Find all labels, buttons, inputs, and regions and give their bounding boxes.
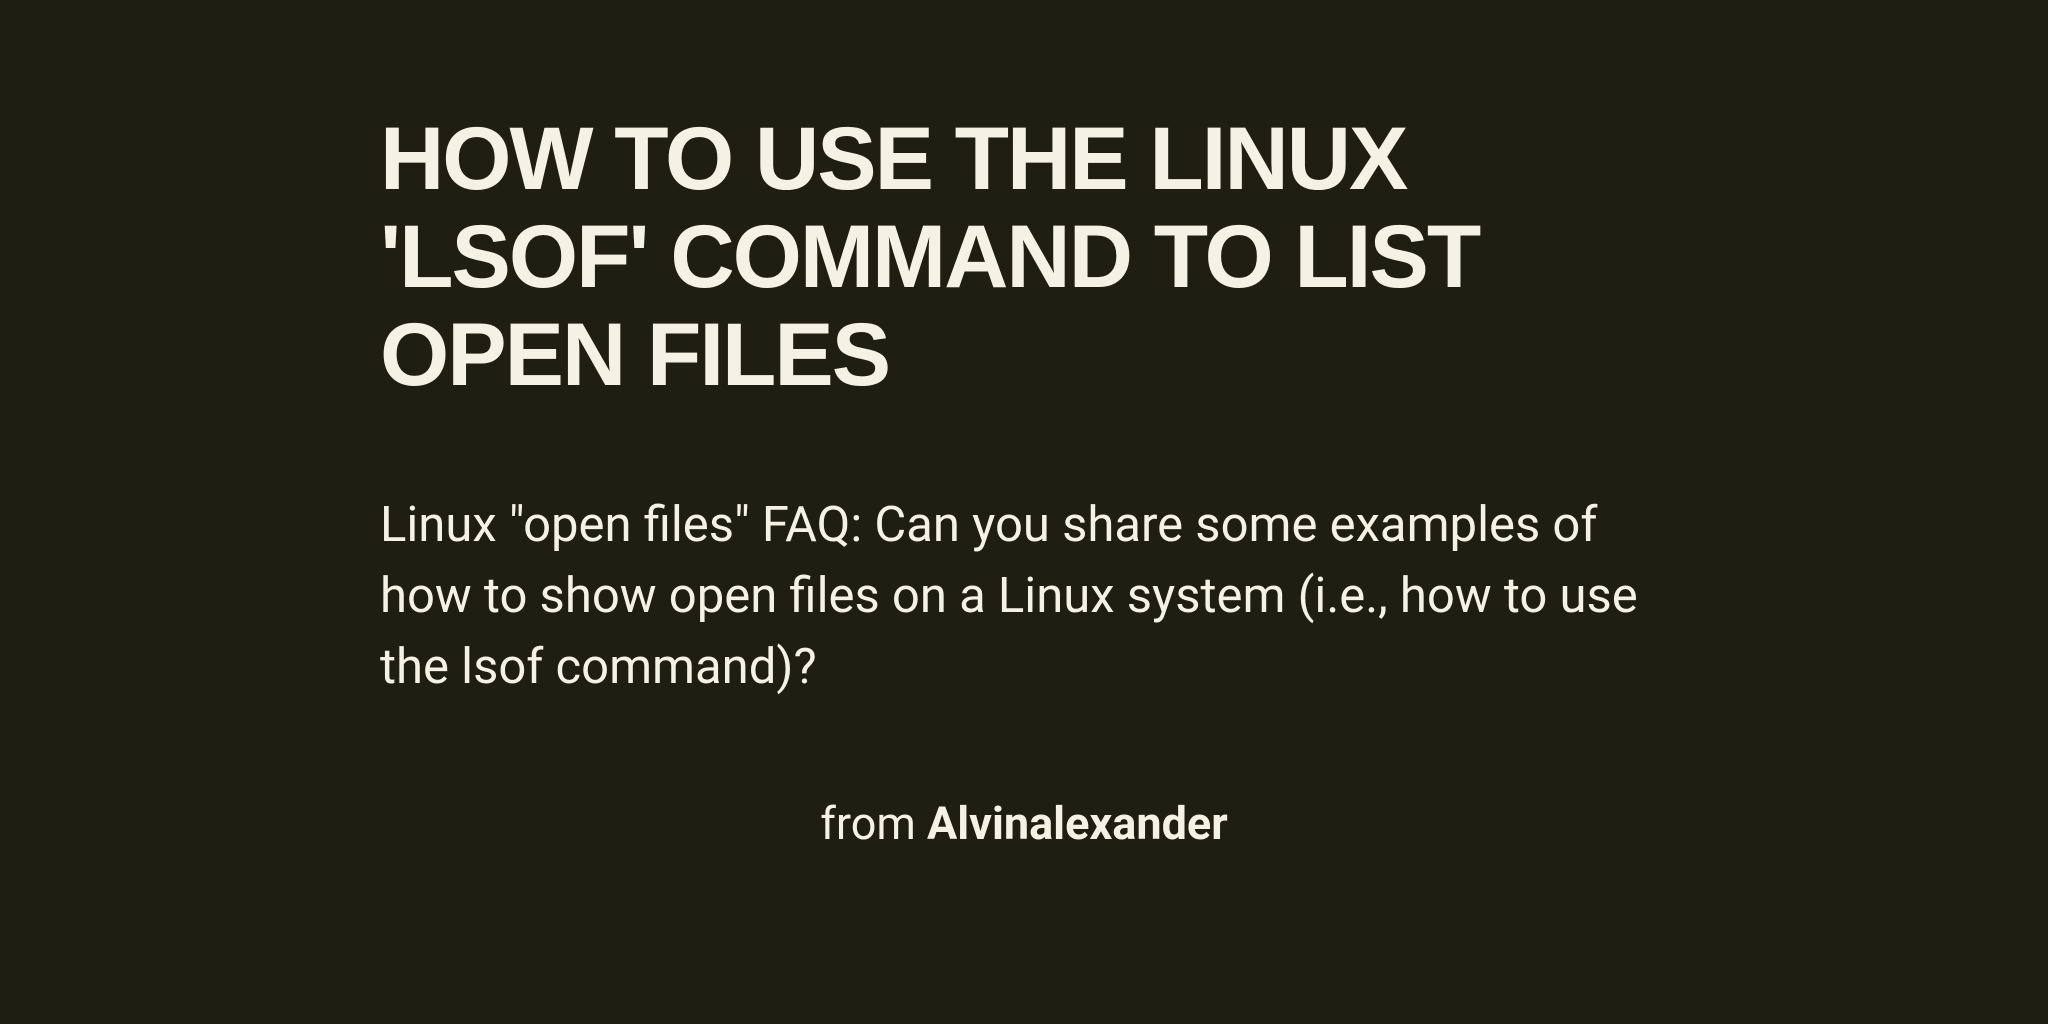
attribution-prefix: from <box>820 797 927 850</box>
attribution: from Alvinalexander <box>380 797 1668 850</box>
author-name: Alvinalexander <box>927 797 1228 850</box>
article-title: HOW TO USE THE LINUX 'LSOF' COMMAND TO L… <box>380 110 1668 404</box>
article-summary: Linux "open files" FAQ: Can you share so… <box>380 489 1668 702</box>
